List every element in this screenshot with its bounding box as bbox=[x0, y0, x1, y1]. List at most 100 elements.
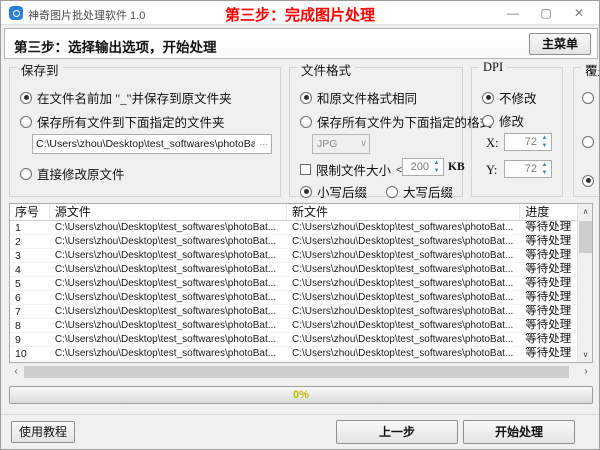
step-title: 第三步：选择输出选项，开始处理 bbox=[14, 36, 217, 56]
horizontal-scroll-thumb[interactable] bbox=[24, 366, 569, 378]
maximize-icon[interactable]: ▢ bbox=[530, 1, 562, 25]
radio-same-format[interactable]: 和原文件格式相同 bbox=[300, 88, 417, 107]
table-row[interactable]: 3C:\Users\zhou\Desktop\test_softwares\ph… bbox=[10, 249, 577, 263]
column-header-newfile[interactable]: 新文件 bbox=[287, 204, 520, 220]
group-save-to: 保存到 在文件名前加 "_"并保存到原文件夹 保存所有文件到下面指定的文件夹 .… bbox=[9, 67, 281, 197]
checkbox-icon[interactable] bbox=[300, 164, 311, 175]
cell-source: C:\Users\zhou\Desktop\test_softwares\pho… bbox=[50, 291, 287, 304]
limit-size-checkbox-row[interactable]: 限制文件大小 <= bbox=[300, 160, 408, 179]
cell-newfile: C:\Users\zhou\Desktop\test_softwares\pho… bbox=[287, 333, 520, 346]
scroll-left-icon[interactable]: ‹ bbox=[9, 365, 23, 379]
column-header-source[interactable]: 源文件 bbox=[50, 204, 287, 220]
radio-lowercase-ext[interactable]: 小写后缀 bbox=[300, 182, 367, 201]
main-menu-button[interactable]: 主菜单 bbox=[529, 33, 591, 55]
step-header: 第三步：选择输出选项，开始处理 主菜单 bbox=[4, 28, 598, 59]
close-icon[interactable]: ✕ bbox=[563, 1, 595, 25]
cell-newfile: C:\Users\zhou\Desktop\test_softwares\pho… bbox=[287, 221, 520, 234]
radio-overwrite-auto[interactable]: 自 bbox=[582, 171, 600, 190]
chevron-down-icon: ∨ bbox=[360, 138, 367, 149]
cell-source: C:\Users\zhou\Desktop\test_softwares\pho… bbox=[50, 333, 287, 346]
radio-save-to-folder[interactable]: 保存所有文件到下面指定的文件夹 bbox=[20, 112, 225, 131]
spin-down-icon[interactable]: ▼ bbox=[539, 142, 550, 150]
radio-icon[interactable] bbox=[300, 186, 312, 198]
radio-icon[interactable] bbox=[582, 92, 594, 104]
radio-icon[interactable] bbox=[20, 168, 32, 180]
file-table-body: 1C:\Users\zhou\Desktop\test_softwares\ph… bbox=[10, 221, 577, 362]
radio-uppercase-ext[interactable]: 大写后缀 bbox=[386, 182, 453, 201]
vertical-scroll-thumb[interactable] bbox=[579, 221, 592, 253]
horizontal-scrollbar[interactable]: ‹ › bbox=[9, 365, 593, 379]
cell-progress: 等待处理 bbox=[520, 263, 577, 276]
table-row[interactable]: 2C:\Users\zhou\Desktop\test_softwares\ph… bbox=[10, 235, 577, 249]
table-row[interactable]: 9C:\Users\zhou\Desktop\test_softwares\ph… bbox=[10, 333, 577, 347]
table-row[interactable]: 4C:\Users\zhou\Desktop\test_softwares\ph… bbox=[10, 263, 577, 277]
radio-icon[interactable] bbox=[300, 116, 312, 128]
radio-overwrite-replace[interactable]: 覆 bbox=[582, 132, 600, 151]
radio-icon[interactable] bbox=[582, 136, 594, 148]
radio-dpi-modify[interactable]: 修改 bbox=[482, 111, 524, 130]
vertical-scrollbar[interactable]: ∧ ∨ bbox=[577, 204, 592, 362]
spin-up-icon[interactable]: ▲ bbox=[431, 159, 442, 167]
cell-newfile: C:\Users\zhou\Desktop\test_softwares\pho… bbox=[287, 305, 520, 318]
radio-icon[interactable] bbox=[300, 92, 312, 104]
radio-specified-format[interactable]: 保存所有文件为下面指定的格式 bbox=[300, 112, 492, 131]
radio-label: 和原文件格式相同 bbox=[317, 88, 417, 107]
table-row[interactable]: 7C:\Users\zhou\Desktop\test_softwares\ph… bbox=[10, 305, 577, 319]
cell-progress: 等待处理 bbox=[520, 249, 577, 262]
table-row[interactable]: 1 C:\Users\zhou\Desktop\test_softwares\ph… bbox=[10, 221, 577, 235]
radio-label: 在文件名前加 "_"并保存到原文件夹 bbox=[37, 88, 232, 107]
table-row[interactable]: 10C:\Users\zhou\Desktop\test_softwares\p… bbox=[10, 347, 577, 361]
folder-path-field[interactable]: ... bbox=[32, 134, 272, 154]
cell-newfile: C:\Users\zhou\Desktop\test_softwares\pho… bbox=[287, 291, 520, 304]
scroll-down-icon[interactable]: ∨ bbox=[578, 347, 593, 362]
table-row[interactable]: 6C:\Users\zhou\Desktop\test_softwares\ph… bbox=[10, 291, 577, 305]
cell-progress: 等待处理 bbox=[520, 319, 577, 332]
scroll-up-icon[interactable]: ∧ bbox=[578, 204, 593, 219]
cell-source: C:\Users\zhou\Desktop\test_softwares\pho… bbox=[50, 235, 287, 248]
app-icon bbox=[9, 6, 23, 20]
group-dpi: DPI 不修改 修改 X: 72 ▲ ▼ Y: 72 ▲ ▼ bbox=[471, 67, 563, 197]
spin-up-icon[interactable]: ▲ bbox=[539, 161, 550, 169]
radio-prefix-original-folder[interactable]: 在文件名前加 "_"并保存到原文件夹 bbox=[20, 88, 232, 107]
radio-label: 小写后缀 bbox=[317, 182, 367, 201]
group-file-format-legend: 文件格式 bbox=[297, 60, 355, 79]
dpi-y-stepper[interactable]: 72 ▲ ▼ bbox=[504, 160, 552, 178]
format-select-value: JPG bbox=[317, 138, 337, 150]
limit-size-stepper[interactable]: 200 ▲ ▼ bbox=[402, 158, 444, 176]
format-select[interactable]: JPG ∨ bbox=[312, 134, 370, 154]
radio-icon[interactable] bbox=[582, 175, 594, 187]
column-header-progress[interactable]: 进度 bbox=[520, 204, 577, 220]
folder-path-input[interactable] bbox=[33, 135, 271, 153]
radio-icon[interactable] bbox=[20, 116, 32, 128]
radio-dpi-no-modify[interactable]: 不修改 bbox=[482, 88, 537, 107]
radio-icon[interactable] bbox=[20, 92, 32, 104]
radio-label: 不修改 bbox=[499, 88, 537, 107]
radio-icon[interactable] bbox=[482, 92, 494, 104]
cell-source: C:\Users\zhou\Desktop\test_softwares\pho… bbox=[50, 277, 287, 290]
group-overwrite-legend: 覆盖 bbox=[581, 60, 600, 79]
minimize-icon[interactable]: — bbox=[497, 1, 529, 25]
radio-overwrite-skip[interactable]: 跳 bbox=[582, 88, 600, 107]
radio-icon[interactable] bbox=[482, 115, 494, 127]
dpi-x-stepper[interactable]: 72 ▲ ▼ bbox=[504, 133, 552, 151]
radio-icon[interactable] bbox=[386, 186, 398, 198]
spin-up-icon[interactable]: ▲ bbox=[539, 134, 550, 142]
table-row[interactable]: 8C:\Users\zhou\Desktop\test_softwares\ph… bbox=[10, 319, 577, 333]
table-row[interactable]: 5C:\Users\zhou\Desktop\test_softwares\ph… bbox=[10, 277, 577, 291]
radio-modify-original[interactable]: 直接修改原文件 bbox=[20, 164, 125, 183]
spin-down-icon[interactable]: ▼ bbox=[539, 169, 550, 177]
progress-percent: 0% bbox=[10, 389, 592, 401]
back-button[interactable]: 上一步 bbox=[336, 420, 458, 444]
cell-newfile: C:\Users\zhou\Desktop\test_softwares\pho… bbox=[287, 319, 520, 332]
column-header-index[interactable]: 序号 bbox=[10, 204, 50, 220]
scroll-right-icon[interactable]: › bbox=[579, 365, 593, 379]
group-dpi-legend: DPI bbox=[479, 60, 507, 75]
cell-newfile: C:\Users\zhou\Desktop\test_softwares\pho… bbox=[287, 235, 520, 248]
spin-down-icon[interactable]: ▼ bbox=[431, 167, 442, 175]
cell-index: 9 bbox=[10, 333, 50, 346]
start-processing-button[interactable]: 开始处理 bbox=[463, 420, 575, 444]
tutorial-button[interactable]: 使用教程 bbox=[11, 421, 75, 443]
browse-dots-icon[interactable]: ... bbox=[260, 137, 268, 148]
dpi-y-label: Y: bbox=[486, 163, 497, 178]
cell-index: 1 bbox=[10, 221, 50, 234]
